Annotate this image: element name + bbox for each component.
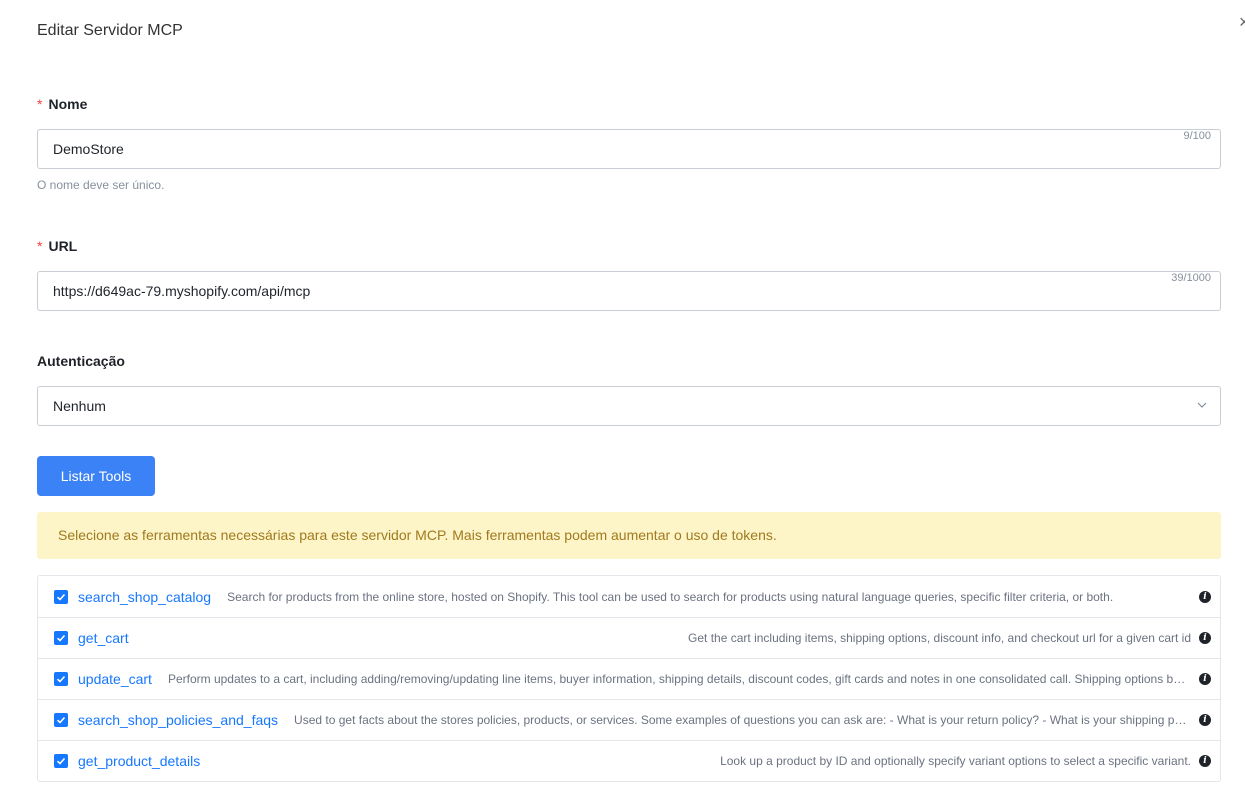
close-icon[interactable]: × (1239, 12, 1245, 33)
name-input-value: DemoStore (53, 141, 124, 157)
tool-description: Get the cart including items, shipping o… (688, 631, 1191, 645)
tool-description: Look up a product by ID and optionally s… (720, 754, 1191, 768)
tool-row: get_product_details Look up a product by … (38, 740, 1220, 781)
name-char-count: 9/100 (1183, 130, 1211, 142)
info-icon[interactable]: i (1199, 590, 1211, 603)
info-icon[interactable]: i (1199, 632, 1211, 644)
required-mark: * (37, 238, 43, 254)
info-icon[interactable]: i (1199, 755, 1211, 767)
tool-row: get_cart Get the cart including items, sh… (38, 617, 1220, 658)
url-input-value: https://d649ac-79.myshopify.com/api/mcp (53, 283, 311, 299)
tool-checkbox[interactable] (54, 672, 68, 686)
tool-row: search_shop_catalog Search for products f… (38, 576, 1220, 617)
tool-name[interactable]: update_cart (78, 671, 152, 687)
checkmark-icon (56, 757, 66, 765)
auth-label: Autenticação (37, 353, 125, 369)
tools-warning-alert: Selecione as ferramentas necessárias par… (37, 512, 1221, 559)
chevron-down-icon (1197, 402, 1207, 408)
tool-checkbox[interactable] (54, 754, 68, 768)
info-icon[interactable]: i (1199, 714, 1211, 726)
checkmark-icon (56, 634, 66, 642)
url-label: * URL (37, 238, 78, 254)
dialog-title: Editar Servidor MCP (37, 22, 183, 39)
required-mark: * (37, 96, 43, 112)
tool-checkbox[interactable] (54, 589, 68, 604)
tool-checkbox[interactable] (54, 631, 68, 645)
tool-name[interactable]: search_shop_policies_and_faqs (78, 712, 278, 728)
name-input[interactable]: DemoStore 9/100 (37, 129, 1221, 169)
checkmark-icon (56, 716, 66, 724)
url-input[interactable]: https://d649ac-79.myshopify.com/api/mcp … (37, 271, 1221, 311)
tool-name[interactable]: get_cart (78, 630, 129, 646)
tool-name[interactable]: get_product_details (78, 753, 200, 769)
list-tools-button[interactable]: Listar Tools (37, 456, 155, 496)
url-char-count: 39/1000 (1171, 272, 1211, 284)
info-icon[interactable]: i (1199, 673, 1211, 685)
tool-row: update_cart Perform updates to a cart, in… (38, 658, 1220, 699)
name-label: * Nome (37, 96, 88, 112)
tool-row: search_shop_policies_and_faqs Used to get… (38, 699, 1220, 740)
checkmark-icon (56, 593, 66, 601)
tools-list: search_shop_catalog Search for products f… (37, 575, 1221, 782)
tool-checkbox[interactable] (54, 713, 68, 727)
tool-description: Perform updates to a cart, including add… (167, 672, 1191, 686)
auth-select-value: Nenhum (53, 398, 106, 414)
tool-description: Search for products from the online stor… (227, 589, 1114, 604)
name-hint: O nome deve ser único. (37, 178, 165, 192)
checkmark-icon (56, 675, 66, 683)
auth-select[interactable]: Nenhum (37, 386, 1221, 426)
tool-description: Used to get facts about the stores polic… (294, 713, 1191, 727)
tool-name[interactable]: search_shop_catalog (78, 589, 211, 605)
